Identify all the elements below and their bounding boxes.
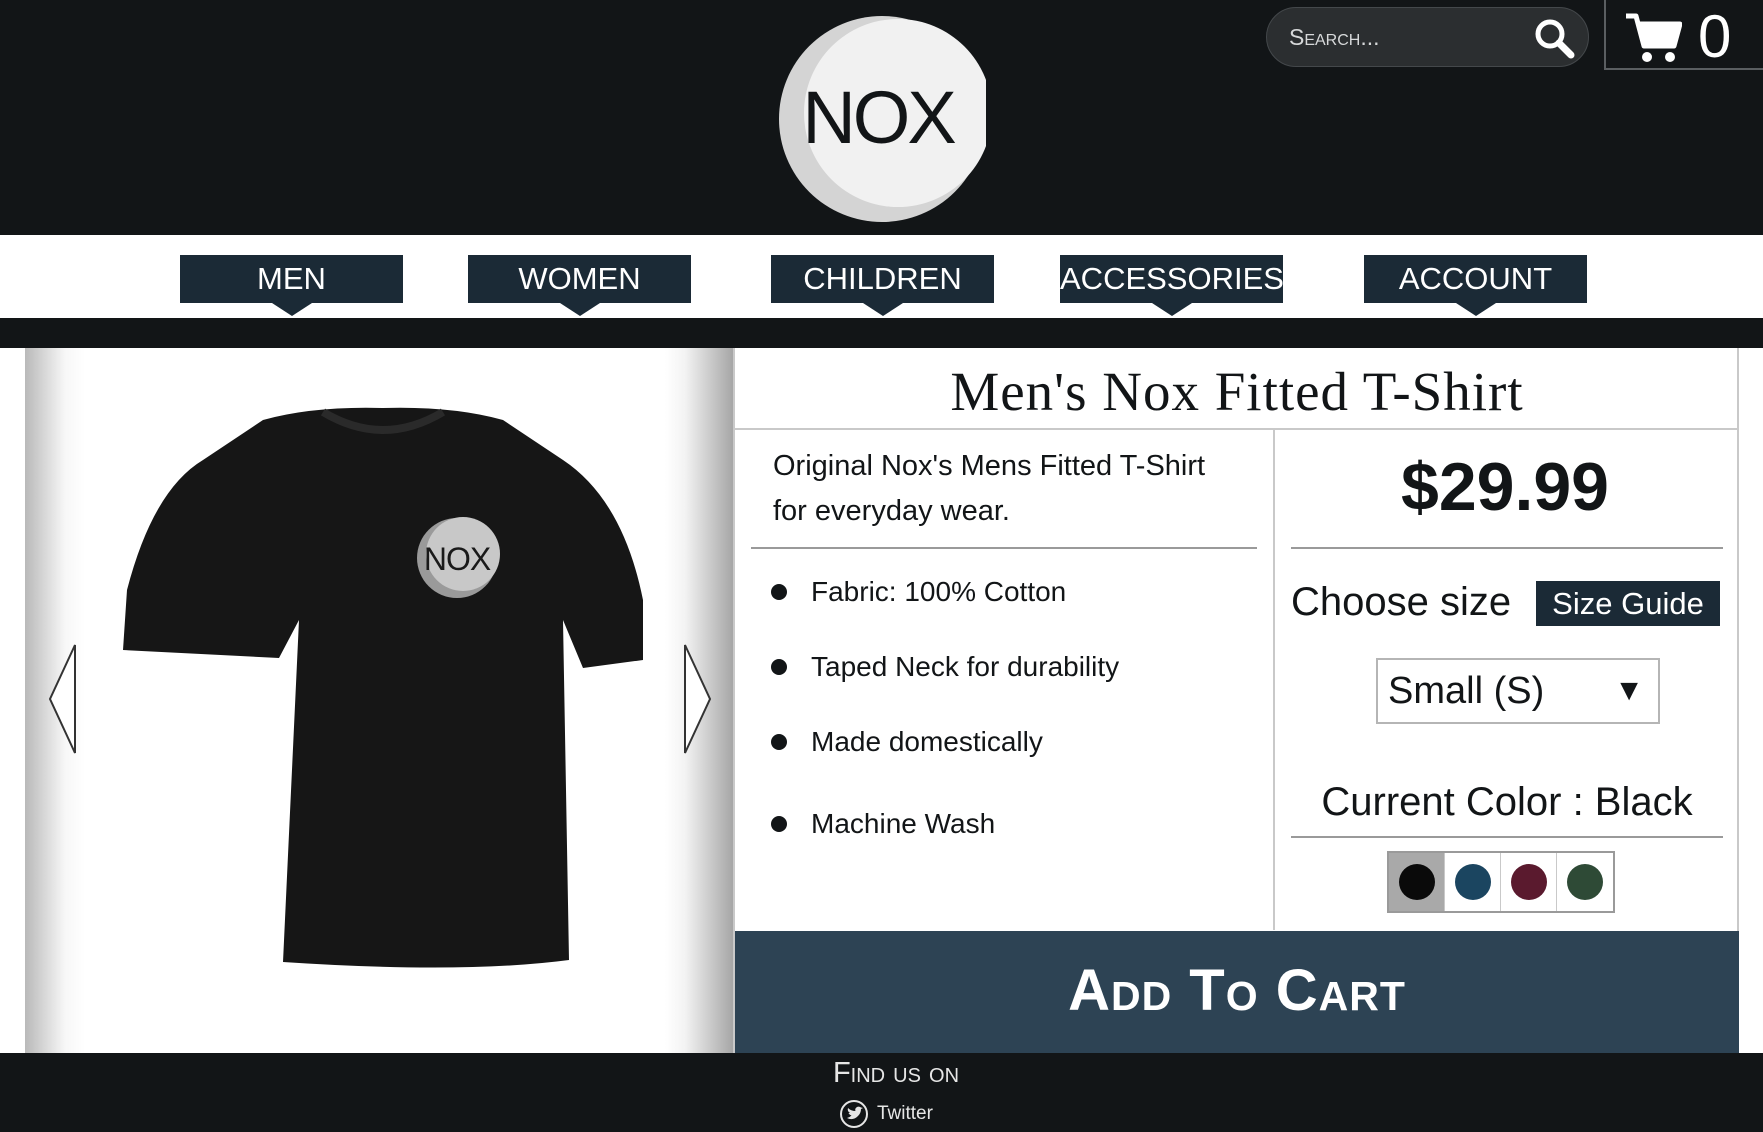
- nav-account-label: ACCOUNT: [1398, 261, 1553, 296]
- nav-divider-band: [0, 318, 1763, 348]
- site-header: NOX 0: [0, 0, 1763, 235]
- current-color-label: Current Color : Black: [1321, 780, 1693, 824]
- main-navigation: MEN WOMEN CHILDREN ACCESSORIES ACCOUNT: [0, 235, 1763, 318]
- size-guide-button[interactable]: Size Guide: [1536, 581, 1720, 626]
- nav-children[interactable]: CHILDREN: [771, 255, 994, 316]
- bullet-icon: [771, 816, 787, 832]
- color-swatch-navy[interactable]: [1445, 853, 1501, 911]
- bullet-icon: [771, 659, 787, 675]
- bullet-icon: [771, 734, 787, 750]
- feature-item: Made domestically: [771, 726, 1043, 758]
- product-description: Original Nox's Mens Fitted T-Shirt for e…: [773, 450, 1206, 527]
- feature-text: Fabric: 100% Cotton: [811, 576, 1067, 607]
- color-dot: [1454, 864, 1491, 900]
- site-footer: Find us on Twitter: [0, 1053, 1763, 1132]
- divider: [735, 428, 1739, 430]
- feature-item: Taped Neck for durability: [771, 651, 1119, 683]
- feature-text: Taped Neck for durability: [811, 651, 1120, 682]
- nav-women-label: WOMEN: [518, 261, 641, 296]
- divider: [1291, 836, 1723, 838]
- feature-item: Fabric: 100% Cotton: [771, 576, 1066, 608]
- nav-men[interactable]: MEN: [180, 255, 403, 316]
- color-swatch-dark-green[interactable]: [1557, 853, 1613, 911]
- add-to-cart-button[interactable]: Add To Cart: [735, 931, 1739, 1053]
- shirt-logo-text: NOX: [424, 541, 491, 577]
- feature-item: Machine Wash: [771, 808, 995, 840]
- color-swatches: [1387, 851, 1615, 913]
- product-info-panel: Men's Nox Fitted T-Shirt Original Nox's …: [733, 348, 1739, 1053]
- color-dot: [1398, 864, 1435, 900]
- svg-text:NOX: NOX: [802, 76, 955, 159]
- cart-button[interactable]: 0: [1604, 0, 1763, 70]
- color-dot: [1567, 864, 1603, 900]
- product-gallery: NOX: [25, 348, 733, 1053]
- tshirt-product-image: NOX: [123, 407, 643, 968]
- product-section: NOX Men's Nox Fitted T-Shirt Original No…: [0, 348, 1763, 1053]
- bullet-icon: [771, 584, 787, 600]
- color-dot: [1510, 864, 1547, 900]
- shopping-cart-icon: [1626, 13, 1682, 62]
- find-us-heading: Find us on: [832, 1057, 960, 1089]
- next-image-arrow-icon[interactable]: [681, 643, 713, 755]
- choose-size-label: Choose size: [1291, 580, 1512, 624]
- cart-count: 0: [1698, 3, 1732, 70]
- nox-logo[interactable]: NOX: [778, 15, 986, 223]
- size-select-value: Small (S): [1388, 670, 1545, 712]
- twitter-link[interactable]: Twitter: [839, 1099, 933, 1129]
- twitter-label: Twitter: [877, 1103, 933, 1124]
- nav-accessories[interactable]: ACCESSORIES: [1060, 255, 1284, 316]
- twitter-icon: [840, 1100, 868, 1128]
- search-bar: [1266, 7, 1589, 67]
- nav-children-label: CHILDREN: [803, 261, 962, 296]
- divider: [751, 547, 1257, 549]
- dropdown-caret-icon: ▼: [1614, 674, 1644, 707]
- search-icon[interactable]: [1532, 17, 1576, 59]
- previous-image-arrow-icon[interactable]: [47, 643, 79, 755]
- product-title: Men's Nox Fitted T-Shirt: [950, 361, 1524, 422]
- feature-text: Machine Wash: [811, 808, 996, 839]
- product-price: $29.99: [1401, 449, 1609, 525]
- color-swatch-maroon[interactable]: [1501, 853, 1557, 911]
- feature-text: Made domestically: [811, 726, 1043, 757]
- column-divider: [1273, 430, 1275, 930]
- nav-accessories-label: ACCESSORIES: [1060, 261, 1284, 296]
- nav-women[interactable]: WOMEN: [468, 255, 691, 316]
- nav-men-label: MEN: [257, 261, 326, 296]
- size-select[interactable]: Small (S) ▼: [1376, 658, 1660, 724]
- nav-account[interactable]: ACCOUNT: [1364, 255, 1587, 316]
- search-input[interactable]: [1289, 20, 1519, 54]
- divider: [1291, 547, 1723, 549]
- color-swatch-black[interactable]: [1389, 853, 1445, 911]
